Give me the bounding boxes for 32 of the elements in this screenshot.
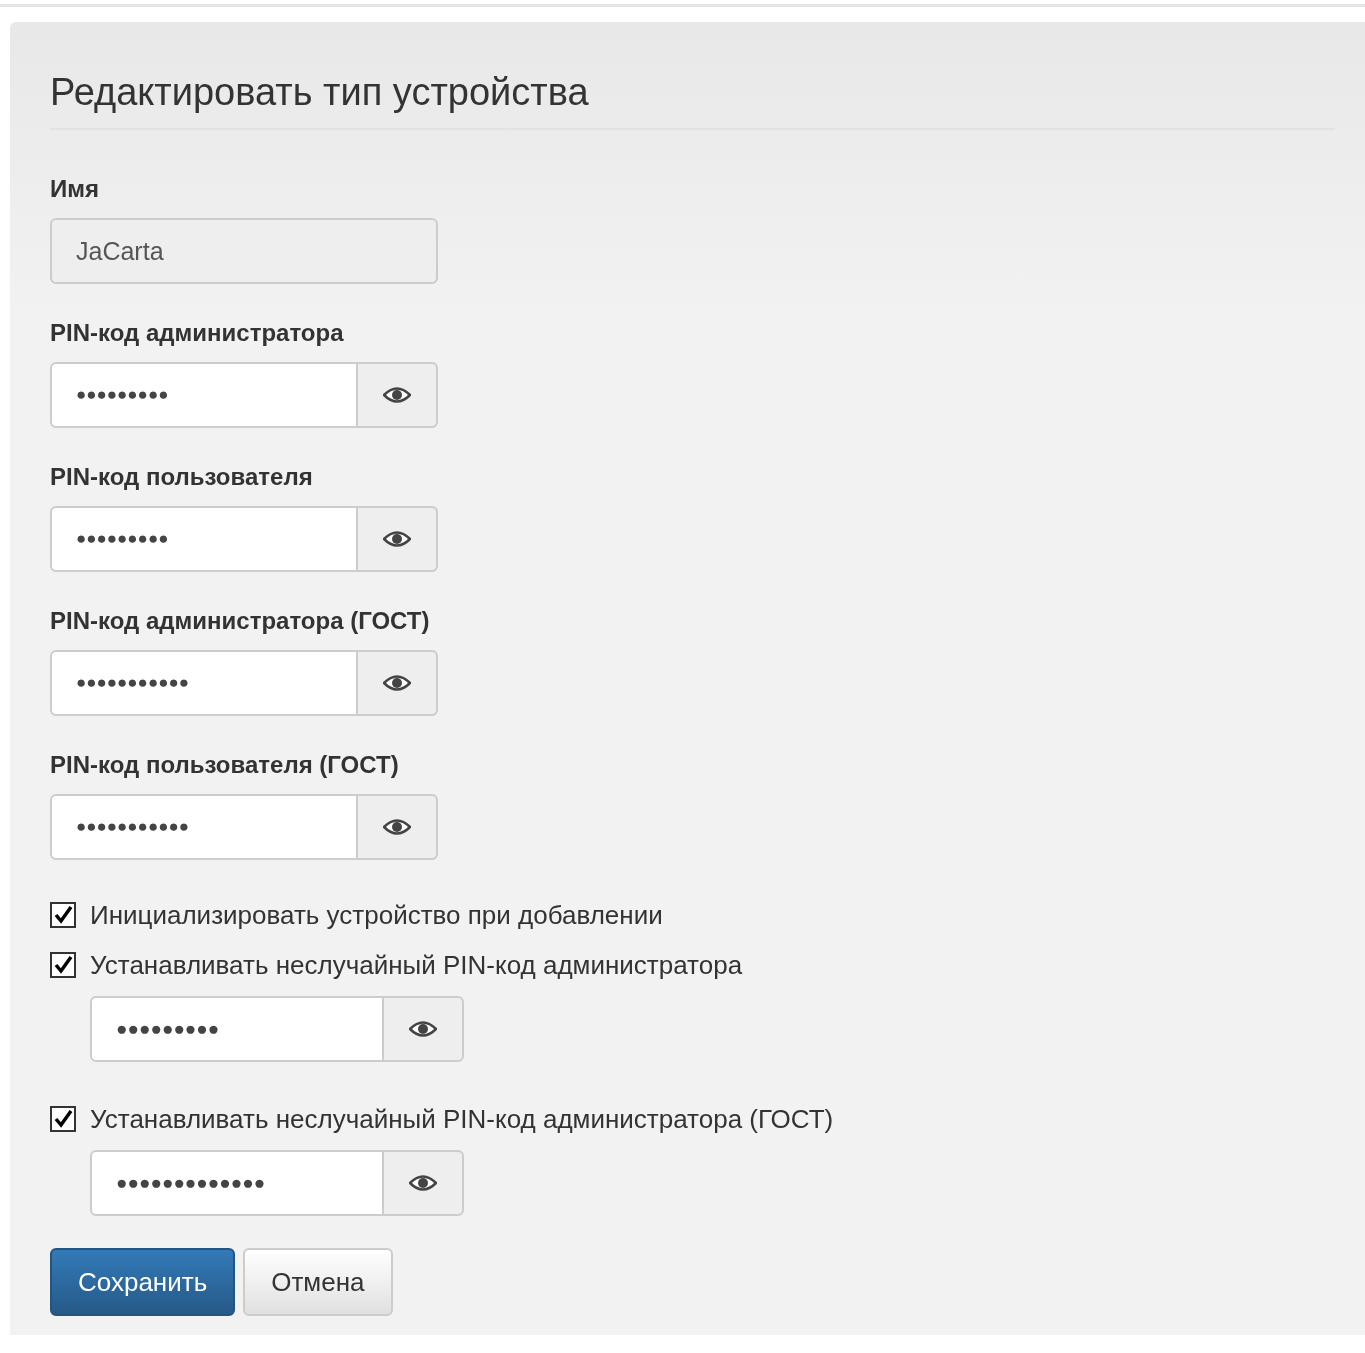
show-password-button[interactable] xyxy=(384,1150,464,1216)
password-field[interactable]: ●●●●●●●●● xyxy=(90,996,384,1062)
password-field[interactable]: ●●●●●●●●● xyxy=(50,362,358,428)
eye-icon xyxy=(383,386,411,404)
checkbox[interactable] xyxy=(50,952,76,978)
checkbox[interactable] xyxy=(50,902,76,928)
checkbox[interactable] xyxy=(50,1106,76,1132)
show-password-button[interactable] xyxy=(358,650,438,716)
password-field[interactable]: ●●●●●●●●●●● xyxy=(50,650,358,716)
eye-icon xyxy=(383,530,411,548)
eye-icon xyxy=(409,1020,437,1038)
password-field[interactable]: ●●●●●●●●●●●●● xyxy=(90,1150,384,1216)
show-password-button[interactable] xyxy=(384,996,464,1062)
save-button[interactable]: Сохранить xyxy=(50,1248,236,1316)
checkbox-label: Устанавливать неслучайный PIN-код администратора xyxy=(90,949,743,981)
cancel-button[interactable]: Отмена xyxy=(243,1248,393,1316)
field-label: PIN-код администратора (ГОСТ) xyxy=(50,606,431,636)
password-field[interactable]: ●●●●●●●●●●● xyxy=(50,794,358,860)
show-password-button[interactable] xyxy=(358,506,438,572)
eye-icon xyxy=(383,674,411,692)
checkbox-label: Устанавливать неслучайный PIN-код администратора (ГОСТ) xyxy=(90,1103,834,1135)
eye-icon xyxy=(383,818,411,836)
field-label: PIN-код администратора xyxy=(50,318,345,348)
field-label: PIN-код пользователя xyxy=(50,462,314,492)
checkbox-label: Инициализировать устройство при добавлении xyxy=(90,899,663,931)
field-label: Имя xyxy=(50,174,100,204)
eye-icon xyxy=(409,1174,437,1192)
show-password-button[interactable] xyxy=(358,362,438,428)
password-field[interactable]: ●●●●●●●●● xyxy=(50,506,358,572)
page-title: Редактировать тип устройства xyxy=(50,70,590,115)
field-label: PIN-код пользователя (ГОСТ) xyxy=(50,750,400,780)
show-password-button[interactable] xyxy=(358,794,438,860)
